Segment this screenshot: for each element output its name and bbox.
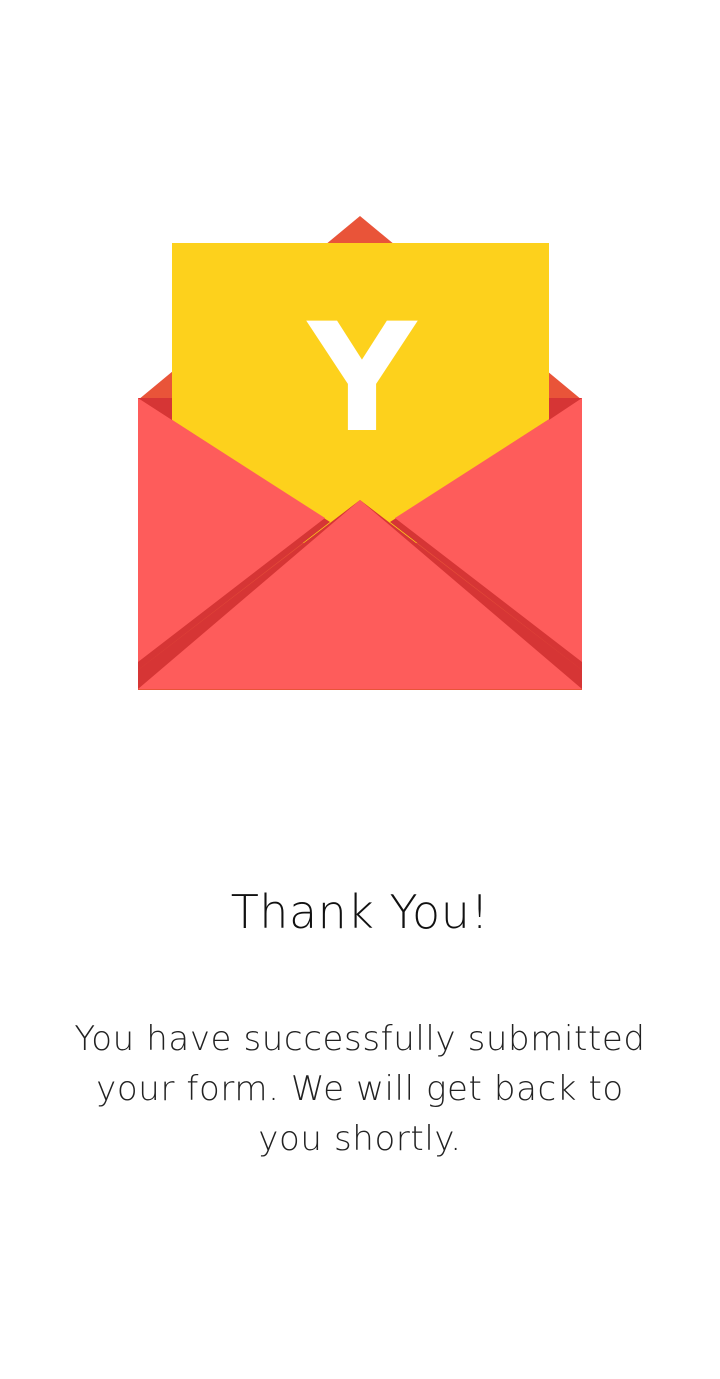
thank-you-page: Y Thank You! You have successfully submi…: [0, 0, 720, 1379]
confirmation-message: You have successfully submitted your for…: [74, 1019, 646, 1159]
page-title: Thank You!: [230, 885, 490, 939]
envelope-illustration-svg: Y: [138, 216, 582, 690]
letter-glyph: Y: [306, 292, 419, 466]
envelope-icon: Y: [120, 200, 600, 710]
